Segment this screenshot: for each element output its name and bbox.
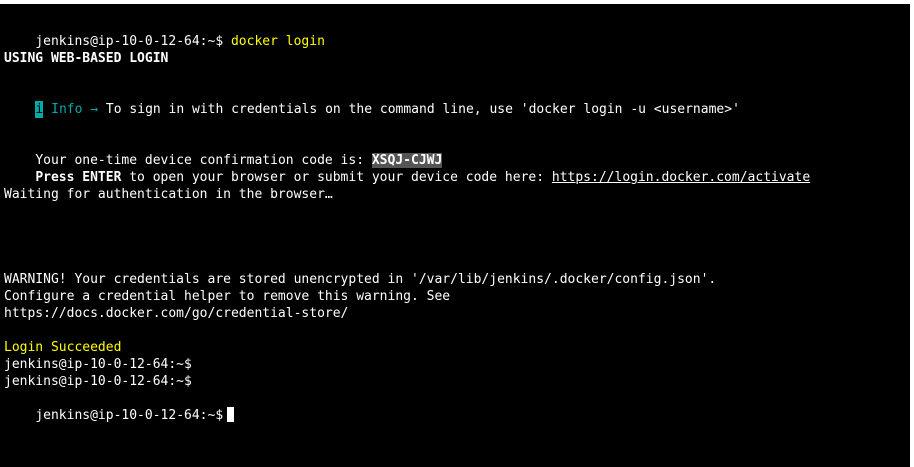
shell-prompt: jenkins@ip-10-0-12-64:~$ <box>35 34 231 49</box>
cursor[interactable] <box>227 407 235 422</box>
command-line: jenkins@ip-10-0-12-64:~$ docker login <box>4 16 325 49</box>
terminal-window[interactable]: jenkins@ip-10-0-12-64:~$ docker login US… <box>0 4 910 467</box>
shell-prompt-2: jenkins@ip-10-0-12-64:~$ <box>4 374 192 389</box>
shell-prompt-3: jenkins@ip-10-0-12-64:~$ <box>35 408 224 423</box>
credential-store-url: https://docs.docker.com/go/credential-st… <box>4 306 349 321</box>
info-icon: i <box>35 101 44 118</box>
credential-helper-message: Configure a credential helper to remove … <box>4 289 451 304</box>
info-label: Info → <box>51 102 99 117</box>
shell-prompt-1: jenkins@ip-10-0-12-64:~$ <box>4 357 192 372</box>
activation-link[interactable]: https://login.docker.com/activate <box>552 170 810 185</box>
command-text: docker login <box>230 34 325 49</box>
login-success-message: Login Succeeded <box>4 340 122 355</box>
info-line: i Info → To sign in with credentials on … <box>4 84 740 118</box>
info-text: To sign in with credentials on the comma… <box>98 102 740 117</box>
device-code-line: Your one-time device confirmation code i… <box>4 135 443 168</box>
activation-line: Press ENTER to open your browser or subm… <box>4 152 810 185</box>
warning-message: WARNING! Your credentials are stored une… <box>4 272 717 287</box>
login-mode-heading: USING WEB-BASED LOGIN <box>4 51 169 66</box>
press-enter-text: Press ENTER <box>35 170 122 185</box>
activation-text: to open your browser or submit your devi… <box>121 170 552 185</box>
active-prompt-line: jenkins@ip-10-0-12-64:~$ <box>4 390 235 423</box>
waiting-message: Waiting for authentication in the browse… <box>4 187 333 202</box>
